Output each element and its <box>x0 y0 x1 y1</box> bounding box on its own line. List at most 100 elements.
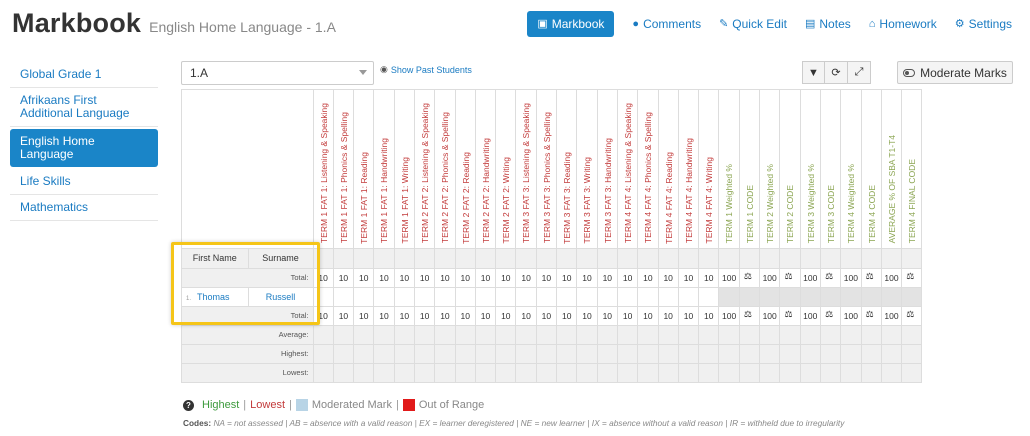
column-header[interactable]: TERM 3 FAT 3: Phonics & Spelling <box>536 90 558 249</box>
column-header[interactable]: TERM 1 FAT 1: Listening & Speaking <box>313 90 334 249</box>
class-select[interactable]: 1.A <box>181 61 374 85</box>
column-header[interactable]: TERM 2 FAT 2: Handwriting <box>475 90 497 249</box>
home-icon: ⌂ <box>868 17 876 30</box>
nav-comments-button[interactable]: ● Comments <box>632 17 701 31</box>
nav-notes-button[interactable]: ▤ Notes <box>805 17 851 31</box>
scale-icon[interactable] <box>744 309 755 320</box>
column-header[interactable]: TERM 3 FAT 3: Handwriting <box>597 90 618 249</box>
sidebar-item-life-skills[interactable]: Life Skills <box>10 169 158 195</box>
moderate-marks-button[interactable]: Moderate Marks <box>897 61 1013 84</box>
mark-input-cell[interactable] <box>434 287 456 307</box>
nav-homework-button[interactable]: ⌂ Homework <box>869 17 937 31</box>
mark-input-cell[interactable] <box>333 287 355 307</box>
column-header[interactable]: TERM 2 FAT 2: Writing <box>495 90 517 249</box>
column-header[interactable]: TERM 4 FAT 4: Listening & Speaking <box>617 90 639 249</box>
scale-icon[interactable] <box>825 309 836 320</box>
summary-column-header[interactable]: TERM 4 Weighted % <box>840 90 862 249</box>
surname-header[interactable]: Surname <box>248 248 314 269</box>
summary-column-header[interactable]: TERM 2 CODE <box>779 90 801 249</box>
nav-quick-edit-button[interactable]: ✎ Quick Edit <box>719 17 787 31</box>
column-header[interactable]: TERM 4 FAT 4: Handwriting <box>678 90 700 249</box>
mark-input-cell[interactable] <box>536 287 558 307</box>
header-filler <box>475 248 497 269</box>
stat-cell <box>455 344 476 364</box>
header-filler <box>617 248 639 269</box>
scale-icon[interactable] <box>906 271 917 282</box>
nav-homework-label: Homework <box>879 17 937 31</box>
page-subtitle: English Home Language - 1.A <box>149 19 336 35</box>
student-total-cell: 10 <box>414 306 436 326</box>
summary-column-header[interactable]: TERM 4 FINAL CODE <box>901 90 923 249</box>
column-header[interactable]: TERM 4 FAT 4: Reading <box>658 90 679 249</box>
expand-button[interactable]: ⤢ <box>848 61 871 84</box>
show-past-students-link[interactable]: ◉ Show Past Students <box>380 64 472 75</box>
column-header[interactable]: TERM 3 FAT 3: Reading <box>556 90 578 249</box>
nav-markbook-button[interactable]: ▣ Markbook <box>527 11 615 37</box>
mark-input-cell[interactable] <box>515 287 537 307</box>
sidebar-item-english[interactable]: English Home Language <box>10 129 158 167</box>
mark-input-cell[interactable] <box>394 287 415 307</box>
column-header[interactable]: TERM 1 FAT 1: Handwriting <box>373 90 395 249</box>
column-header[interactable]: TERM 2 FAT 2: Reading <box>455 90 476 249</box>
mark-input-cell[interactable] <box>313 287 334 307</box>
mark-input-cell[interactable] <box>455 287 476 307</box>
computed-cell <box>840 287 862 307</box>
column-header-label: TERM 1 FAT 1: Reading <box>359 151 370 244</box>
stat-cell <box>901 344 923 364</box>
header-filler <box>495 248 517 269</box>
stat-cell <box>434 344 456 364</box>
scale-icon[interactable] <box>784 309 795 320</box>
sidebar-item-afrikaans[interactable]: Afrikaans First Additional Language <box>10 88 158 127</box>
sidebar-item-global-grade[interactable]: Global Grade 1 <box>10 62 158 88</box>
mark-input-cell[interactable] <box>678 287 700 307</box>
summary-column-header[interactable]: AVERAGE % OF SBA T1-T4 <box>881 90 903 249</box>
summary-column-header[interactable]: TERM 3 Weighted % <box>800 90 821 249</box>
nav-settings-button[interactable]: ⚙ Settings <box>955 17 1012 31</box>
student-row: 1. Thomas Russell <box>182 287 923 307</box>
summary-column-header[interactable]: TERM 2 Weighted % <box>759 90 781 249</box>
student-total-code-cell <box>739 306 761 326</box>
filter-button[interactable]: ▼ <box>802 61 825 84</box>
scale-icon[interactable] <box>866 271 877 282</box>
column-header[interactable]: TERM 4 FAT 4: Writing <box>698 90 720 249</box>
mark-input-cell[interactable] <box>597 287 618 307</box>
column-header-label: TERM 4 FAT 4: Phonics & Spelling <box>643 112 654 244</box>
student-surname[interactable]: Russell <box>248 287 314 307</box>
column-header[interactable]: TERM 3 FAT 3: Listening & Speaking <box>515 90 537 249</box>
sidebar-item-mathematics[interactable]: Mathematics <box>10 195 158 221</box>
mark-input-cell[interactable] <box>373 287 395 307</box>
column-header[interactable]: TERM 1 FAT 1: Writing <box>394 90 415 249</box>
mark-input-cell[interactable] <box>658 287 679 307</box>
column-header-label: TERM 2 FAT 2: Writing <box>501 157 512 244</box>
column-header[interactable]: TERM 2 FAT 2: Phonics & Spelling <box>434 90 456 249</box>
mark-input-cell[interactable] <box>414 287 436 307</box>
summary-column-header[interactable]: TERM 3 CODE <box>820 90 842 249</box>
mark-input-cell[interactable] <box>475 287 497 307</box>
mark-input-cell[interactable] <box>576 287 598 307</box>
scale-icon[interactable] <box>744 271 755 282</box>
mark-input-cell[interactable] <box>637 287 659 307</box>
mark-input-cell[interactable] <box>495 287 517 307</box>
mark-input-cell[interactable] <box>698 287 720 307</box>
student-total-cell: 10 <box>556 306 578 326</box>
scale-icon[interactable] <box>784 271 795 282</box>
first-name-header[interactable]: First Name <box>182 248 249 269</box>
column-header[interactable]: TERM 1 FAT 1: Phonics & Spelling <box>333 90 355 249</box>
mark-input-cell[interactable] <box>353 287 375 307</box>
help-icon[interactable]: ? <box>183 399 194 411</box>
column-header[interactable]: TERM 3 FAT 3: Writing <box>576 90 598 249</box>
refresh-button[interactable]: ⟳ <box>825 61 848 84</box>
summary-column-header[interactable]: TERM 4 CODE <box>861 90 882 249</box>
scale-icon[interactable] <box>866 309 877 320</box>
summary-column-header[interactable]: TERM 1 CODE <box>739 90 761 249</box>
scale-icon[interactable] <box>825 271 836 282</box>
column-header[interactable]: TERM 4 FAT 4: Phonics & Spelling <box>637 90 659 249</box>
mark-input-cell[interactable] <box>617 287 639 307</box>
student-first-name[interactable]: 1. Thomas <box>182 287 249 307</box>
column-header[interactable]: TERM 1 FAT 1: Reading <box>353 90 375 249</box>
stat-cell <box>373 363 395 383</box>
mark-input-cell[interactable] <box>556 287 578 307</box>
summary-column-header[interactable]: TERM 1 Weighted % <box>718 90 740 249</box>
scale-icon[interactable] <box>906 309 917 320</box>
column-header[interactable]: TERM 2 FAT 2: Listening & Speaking <box>414 90 436 249</box>
